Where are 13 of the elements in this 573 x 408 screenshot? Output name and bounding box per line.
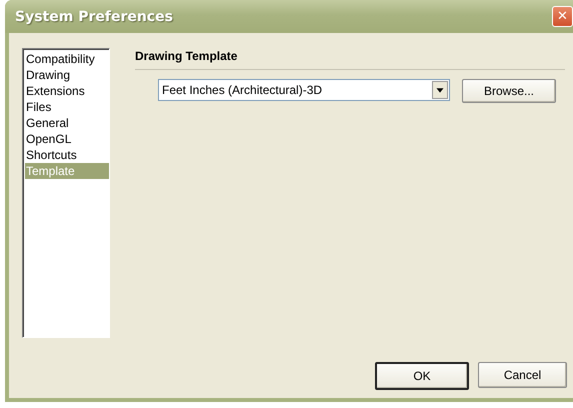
browse-button[interactable]: Browse... <box>462 79 556 103</box>
window-title: System Preferences <box>15 8 173 24</box>
category-item[interactable]: Compatibility <box>25 51 109 67</box>
category-item[interactable]: General <box>25 115 109 131</box>
category-item[interactable]: OpenGL <box>25 131 109 147</box>
section-heading: Drawing Template <box>135 49 565 70</box>
category-item[interactable]: Extensions <box>25 83 109 99</box>
cancel-button[interactable]: Cancel <box>478 362 567 388</box>
category-item[interactable]: Files <box>25 99 109 115</box>
category-item[interactable]: Shortcuts <box>25 147 109 163</box>
category-item[interactable]: Drawing <box>25 67 109 83</box>
template-dropdown[interactable]: Feet Inches (Architectural)-3D <box>158 79 450 101</box>
ok-button[interactable]: OK <box>375 362 469 390</box>
